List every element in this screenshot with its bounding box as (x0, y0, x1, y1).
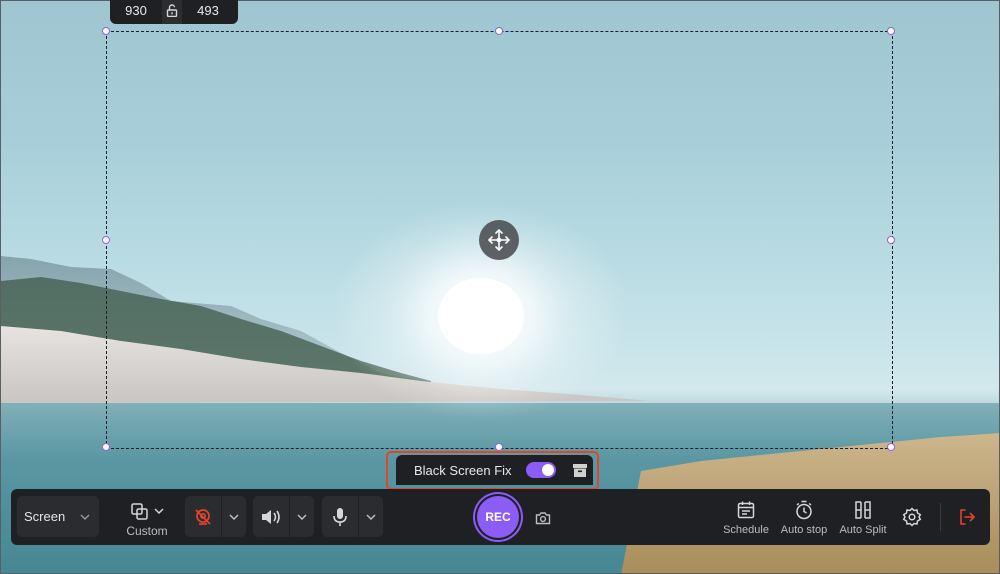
webcam-off-icon (195, 508, 211, 525)
schedule-label: Schedule (723, 524, 769, 536)
dimension-readout: 930 493 (110, 0, 238, 24)
calendar-icon (737, 501, 755, 519)
auto-stop-button[interactable]: Auto stop (777, 497, 831, 539)
chevron-down-icon (297, 513, 307, 520)
resize-handle-top[interactable] (495, 27, 503, 35)
camera-icon (535, 512, 551, 525)
resize-handle-top-right[interactable] (887, 27, 895, 35)
height-input[interactable]: 493 (182, 3, 234, 18)
resize-handle-bottom-right[interactable] (887, 443, 895, 451)
microphone-toggle[interactable] (322, 496, 358, 537)
speaker-icon (262, 509, 280, 524)
auto-split-label: Auto Split (839, 524, 887, 536)
source-select[interactable]: Screen (17, 496, 99, 537)
gear-icon (902, 507, 922, 527)
record-button[interactable]: REC (477, 496, 519, 538)
microphone-icon (333, 507, 347, 526)
screenshot-button[interactable] (531, 506, 555, 530)
webcam-toggle[interactable] (185, 496, 221, 537)
region-label: Custom (126, 524, 168, 538)
resize-handle-right[interactable] (887, 236, 895, 244)
resize-handle-bottom[interactable] (495, 443, 503, 451)
auto-stop-label: Auto stop (780, 524, 828, 536)
webcam-dropdown[interactable] (221, 496, 246, 537)
toolbar-divider (940, 503, 941, 531)
chevron-down-icon (366, 513, 376, 520)
webcam-control (185, 496, 246, 537)
stopwatch-icon (796, 500, 812, 520)
auto-split-button[interactable]: Auto Split (835, 497, 891, 539)
width-input[interactable]: 930 (110, 3, 162, 18)
split-icon (855, 501, 871, 519)
chevron-down-icon (229, 513, 239, 520)
resize-handle-left[interactable] (102, 236, 110, 244)
move-arrows-icon (488, 229, 510, 251)
exit-icon (960, 509, 975, 525)
recorder-toolbar: Screen Custom REC Schedule Auto stop Aut… (11, 489, 990, 545)
exit-button[interactable] (954, 504, 980, 530)
resize-handle-bottom-left[interactable] (102, 443, 110, 451)
aspect-lock[interactable] (162, 0, 182, 24)
region-icon (131, 502, 148, 520)
chevron-down-icon (80, 514, 90, 520)
settings-button[interactable] (899, 504, 925, 530)
system-audio-dropdown[interactable] (289, 496, 314, 537)
move-region-button[interactable] (479, 220, 519, 260)
system-audio-control (253, 496, 314, 537)
system-audio-toggle[interactable] (253, 496, 289, 537)
source-value: Screen (24, 509, 66, 524)
schedule-button[interactable]: Schedule (719, 497, 773, 539)
highlight-box (386, 451, 599, 490)
chevron-down-icon (154, 508, 164, 514)
resize-handle-top-left[interactable] (102, 27, 110, 35)
lock-open-icon[interactable] (162, 3, 182, 17)
region-select[interactable]: Custom (121, 495, 173, 541)
microphone-control (322, 496, 383, 537)
microphone-dropdown[interactable] (358, 496, 383, 537)
